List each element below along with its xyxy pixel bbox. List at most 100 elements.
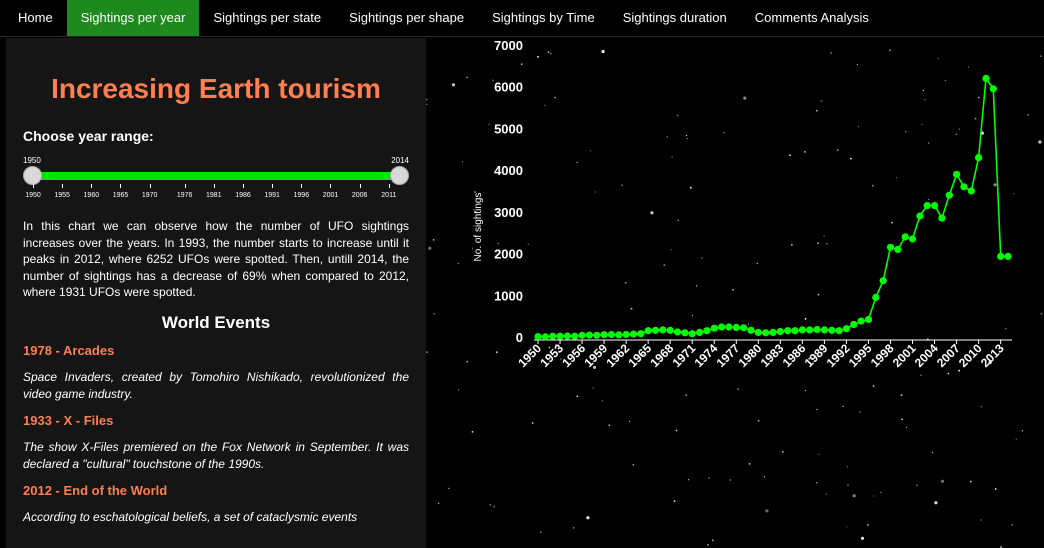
background-star — [859, 411, 861, 413]
background-star — [426, 98, 428, 101]
slider-tick-label: 1965 — [112, 192, 129, 199]
x-tick-label: 1974 — [692, 341, 721, 370]
background-star — [576, 161, 578, 163]
data-point — [813, 325, 821, 334]
background-star — [820, 100, 823, 102]
slider-handle-min[interactable] — [23, 166, 42, 185]
x-tick-label: 1971 — [670, 341, 699, 370]
data-point — [791, 327, 799, 335]
background-star — [889, 49, 891, 52]
data-point — [615, 331, 623, 339]
page-title: Increasing Earth tourism — [51, 73, 381, 104]
background-star — [860, 536, 865, 540]
nav-tab-comments-analysis[interactable]: Comments Analysis — [741, 0, 883, 36]
slider-tick-label: 1955 — [54, 192, 70, 199]
background-star — [451, 83, 455, 87]
background-star — [940, 479, 945, 483]
nav-tab-home[interactable]: Home — [0, 0, 67, 36]
nav-tab-sightings-per-year[interactable]: Sightings per year — [66, 0, 200, 36]
background-star — [628, 420, 631, 422]
background-star — [947, 372, 950, 375]
background-star — [457, 262, 459, 264]
background-star — [846, 466, 849, 468]
background-star — [428, 246, 432, 250]
background-star — [527, 243, 529, 245]
data-point — [894, 245, 902, 253]
data-point — [681, 329, 689, 337]
year-range-label: Choose year range: — [23, 128, 154, 144]
background-star — [461, 161, 464, 163]
background-star — [594, 191, 596, 193]
background-star — [977, 96, 980, 99]
background-star — [804, 390, 807, 392]
background-star — [830, 52, 832, 54]
background-star — [433, 313, 435, 315]
data-point — [740, 324, 748, 332]
slider-tick-label: 1970 — [141, 192, 158, 199]
slider-tick — [33, 184, 34, 188]
slider-tick-label: 1986 — [235, 192, 251, 199]
background-star — [1021, 430, 1024, 432]
data-point — [637, 330, 645, 338]
x-tick-label: 2007 — [934, 341, 963, 370]
background-star — [601, 400, 603, 402]
data-point — [997, 252, 1005, 260]
x-tick-label: 1977 — [714, 341, 743, 370]
slider-handle-max[interactable] — [390, 166, 409, 185]
background-star — [905, 131, 907, 133]
background-star — [756, 262, 758, 264]
background-star — [685, 394, 688, 397]
background-star — [856, 63, 858, 66]
nav-tab-sightings-per-state[interactable]: Sightings per state — [199, 0, 335, 36]
data-point — [798, 326, 806, 334]
background-star — [928, 142, 930, 144]
x-tick-label: 1968 — [648, 341, 677, 370]
nav-tab-sightings-duration[interactable]: Sightings duration — [609, 0, 741, 36]
data-point — [629, 330, 638, 338]
background-star — [804, 151, 806, 153]
data-point — [989, 85, 997, 93]
background-star — [547, 51, 550, 54]
nav-tab-sightings-by-time[interactable]: Sightings by Time — [478, 0, 609, 36]
background-star — [729, 479, 731, 481]
data-point — [982, 74, 990, 82]
slider-track[interactable] — [29, 172, 403, 180]
y-tick-label: 2000 — [494, 247, 523, 262]
slider-tick-label: 1976 — [176, 192, 193, 199]
year-range-slider[interactable]: 1950 2014 1950 1955 1960 1965 1970 1976 1981 19… — [23, 156, 409, 206]
y-tick-label: 7000 — [494, 38, 523, 53]
slider-tick-label: 2001 — [322, 192, 339, 199]
event-title: 1978 - Arcades — [23, 342, 115, 358]
background-star — [438, 502, 440, 504]
background-star — [586, 516, 590, 520]
background-star — [980, 406, 982, 408]
background-star — [789, 154, 791, 157]
background-star — [688, 479, 690, 481]
background-star — [743, 96, 747, 100]
y-tick-label: 6000 — [494, 80, 523, 95]
data-point — [754, 328, 762, 336]
background-star — [540, 531, 542, 533]
slider-tick — [301, 184, 303, 188]
slider-max-label: 2014 — [391, 156, 409, 165]
background-star — [1039, 55, 1042, 57]
background-star — [489, 504, 491, 506]
background-star — [673, 500, 676, 502]
background-star — [932, 451, 934, 454]
data-point — [725, 323, 733, 331]
background-star — [791, 244, 793, 246]
slider-tick-label: 1991 — [264, 192, 280, 199]
x-tick-label: 1986 — [780, 341, 809, 370]
background-star — [448, 487, 450, 489]
background-star — [701, 257, 703, 259]
background-star — [818, 453, 820, 455]
data-point — [651, 326, 660, 334]
background-star — [689, 186, 692, 189]
sightings-chart-area: 0 1000 2000 3000 4000 5000 6000 7000 No. of sigh… — [426, 37, 1044, 548]
background-star — [677, 219, 679, 221]
top-navbar: Home Sightings per year Sightings per stat… — [0, 0, 1044, 37]
nav-tab-sightings-per-shape[interactable]: Sightings per shape — [335, 0, 478, 36]
x-tick-label: 2010 — [956, 341, 985, 370]
background-star — [817, 293, 820, 296]
slider-tick-label: 2011 — [381, 192, 397, 199]
